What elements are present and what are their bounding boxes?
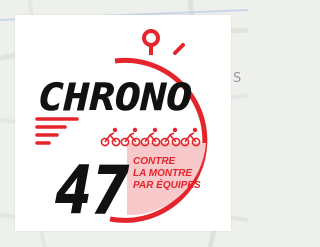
cyclist-icon	[140, 127, 161, 147]
speed-lines	[35, 117, 79, 145]
tagline-line-3: PAR ÉQUIPES	[133, 178, 201, 191]
logo-graphic: CHRONO 47 CONTRE LA MONTRE PAR ÉQUIPES	[35, 29, 208, 230]
cyclist-icon	[180, 127, 201, 147]
cyclist-icon	[160, 127, 181, 147]
chrono-47-logo: CHRONO 47 CONTRE LA MONTRE PAR ÉQUIPES	[15, 15, 231, 231]
cyclist-icon	[120, 127, 141, 147]
tagline-line-1: CONTRE	[133, 156, 176, 167]
cyclist-icons	[100, 127, 201, 147]
wordmark-chrono: CHRONO	[38, 76, 192, 119]
viewport: S CHRONO 47 CONTRE LA MONTRE PAR ÉQUIPES	[0, 0, 248, 247]
edge-label: S	[233, 71, 242, 86]
stopwatch-side-button	[173, 43, 185, 55]
tagline-line-2: LA MONTRE	[133, 168, 192, 179]
cyclist-icon	[100, 127, 121, 147]
number-47: 47	[55, 152, 129, 229]
stopwatch-knob-icon	[142, 29, 160, 47]
